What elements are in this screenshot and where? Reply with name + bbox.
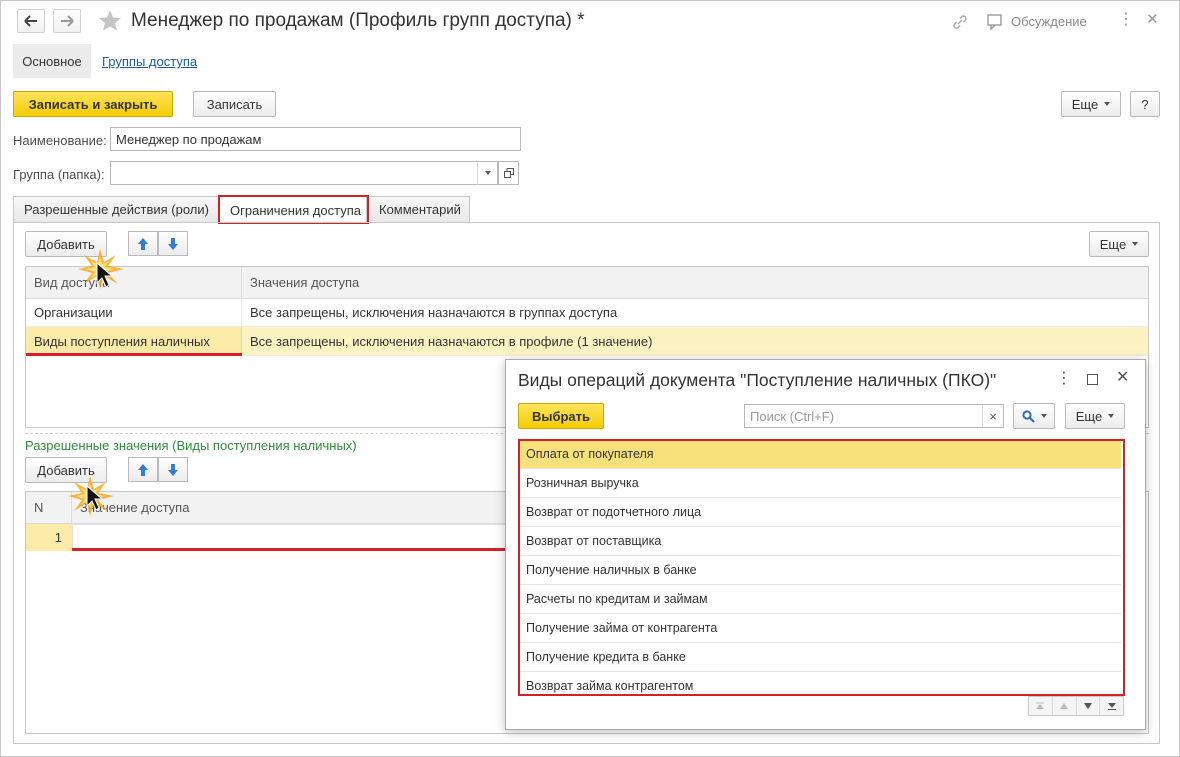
more-button[interactable]: Еще <box>1061 91 1121 117</box>
allowed-values-title: Разрешенные значения (Виды поступления н… <box>25 438 357 453</box>
highlight-connector <box>72 548 519 551</box>
group-input[interactable] <box>110 161 498 185</box>
list-item[interactable]: Расчеты по кредитам и займам <box>519 585 1121 614</box>
highlight-underline <box>26 353 242 356</box>
search-input[interactable]: Поиск (Ctrl+F) <box>744 404 984 428</box>
click-cursor-icon-2 <box>68 474 118 523</box>
arrow-up-icon <box>138 237 148 250</box>
scroll-up-button[interactable] <box>1053 697 1077 715</box>
column-header-values[interactable]: Значения доступа <box>242 267 1148 299</box>
table-row-kind[interactable]: Организации <box>26 298 242 327</box>
move-down-button[interactable] <box>158 231 188 256</box>
nav-access-groups-link[interactable]: Группы доступа <box>102 54 197 69</box>
row-number[interactable]: 1 <box>26 524 72 551</box>
row-value-cell[interactable] <box>72 524 506 551</box>
maximize-icon[interactable] <box>1087 374 1098 385</box>
dropdown-arrow-icon <box>1132 242 1139 246</box>
search-options-button[interactable] <box>1013 403 1055 429</box>
move-up-button-2[interactable] <box>128 457 158 482</box>
tab-roles[interactable]: Разрешенные действия (роли) <box>13 196 219 222</box>
link-icon[interactable] <box>951 13 969 34</box>
dropdown-arrow-icon <box>1104 102 1111 106</box>
list-item[interactable]: Розничная выручка <box>519 469 1121 498</box>
operation-types-list: Оплата от покупателя Розничная выручка Воз… <box>519 440 1125 696</box>
list-item[interactable]: Получение займа от контрагента <box>519 614 1121 643</box>
tab-access-restrictions[interactable]: Ограничения доступа <box>219 196 367 223</box>
arrow-up-icon <box>138 463 148 476</box>
more-label: Еще <box>1071 96 1099 112</box>
tab-comment[interactable]: Комментарий <box>368 196 470 222</box>
dialog-more-button[interactable]: Еще <box>1065 403 1125 429</box>
arrow-right-icon <box>61 15 74 27</box>
list-item[interactable]: Получение кредита в банке <box>519 643 1121 672</box>
dropdown-arrow-icon <box>485 171 491 175</box>
scroll-down-icon <box>1083 703 1092 709</box>
scroll-up-icon <box>1060 703 1069 709</box>
list-item[interactable]: Возврат от подотчетного лица <box>519 498 1121 527</box>
scroll-bottom-button[interactable] <box>1100 697 1123 715</box>
list-item[interactable]: Возврат от поставщика <box>519 527 1121 556</box>
group-open-button[interactable] <box>498 161 519 185</box>
discussion-icon[interactable] <box>986 13 1004 34</box>
forward-button[interactable] <box>53 9 81 33</box>
scroll-down-button[interactable] <box>1077 697 1101 715</box>
window-title: Менеджер по продажам (Профиль групп дост… <box>131 10 585 31</box>
save-button[interactable]: Записать <box>193 91 276 117</box>
list-item[interactable]: Оплата от покупателя <box>519 440 1121 469</box>
list-item[interactable]: Возврат займа контрагентом <box>519 672 1121 696</box>
name-label: Наименование: <box>13 133 107 148</box>
more-label: Еще <box>1075 408 1103 424</box>
dialog-menu-icon[interactable]: ⋮ <box>1056 371 1072 387</box>
scroll-top-icon <box>1036 702 1045 709</box>
group-label: Группа (папка): <box>13 167 105 182</box>
move-down-button-2[interactable] <box>158 457 188 482</box>
column-header-n[interactable]: N <box>26 492 72 524</box>
table-row-kind-selected[interactable]: Виды поступления наличных <box>26 327 242 356</box>
scroll-buttons <box>1028 696 1124 716</box>
dropdown-arrow-icon <box>1108 414 1115 418</box>
arrow-left-icon <box>24 15 37 27</box>
column-header-kind[interactable]: Вид доступа <box>26 267 242 299</box>
nav-main[interactable]: Основное <box>13 44 91 78</box>
search-icon <box>1021 409 1035 423</box>
clear-search-button[interactable]: × <box>982 404 1004 428</box>
open-window-icon <box>503 168 514 178</box>
dialog-title: Виды операций документа "Поступление нал… <box>518 370 997 390</box>
click-cursor-icon <box>78 247 128 296</box>
scroll-top-button[interactable] <box>1029 697 1053 715</box>
scroll-bottom-icon <box>1107 703 1116 710</box>
back-button[interactable] <box>17 9 45 33</box>
restrictions-more-button[interactable]: Еще <box>1089 231 1149 257</box>
list-item[interactable]: Получение наличных в банке <box>519 556 1121 585</box>
table-row-value[interactable]: Все запрещены, исключения назначаются в … <box>242 298 1148 327</box>
discussion-label[interactable]: Обсуждение <box>1011 14 1087 29</box>
menu-dots-icon[interactable]: ⋮ <box>1118 12 1134 28</box>
table-row-value-selected[interactable]: Все запрещены, исключения назначаются в … <box>242 327 1148 356</box>
nav-main-label: Основное <box>22 53 82 69</box>
select-button[interactable]: Выбрать <box>518 403 604 429</box>
close-icon[interactable]: ✕ <box>1146 12 1159 28</box>
save-and-close-button[interactable]: Записать и закрыть <box>13 91 173 117</box>
arrow-down-icon <box>168 463 178 476</box>
dialog-close-icon[interactable]: ✕ <box>1116 370 1129 386</box>
group-dropdown-button[interactable] <box>477 161 498 185</box>
column-header-access-value[interactable]: Значение доступа <box>72 492 506 524</box>
name-input[interactable]: Менеджер по продажам <box>110 127 521 151</box>
arrow-down-icon <box>168 237 178 250</box>
dropdown-arrow-icon <box>1040 414 1047 418</box>
help-button[interactable]: ? <box>1130 91 1160 117</box>
move-up-button[interactable] <box>128 231 158 256</box>
favorite-star-icon[interactable] <box>98 9 122 34</box>
more-label: Еще <box>1099 236 1127 252</box>
